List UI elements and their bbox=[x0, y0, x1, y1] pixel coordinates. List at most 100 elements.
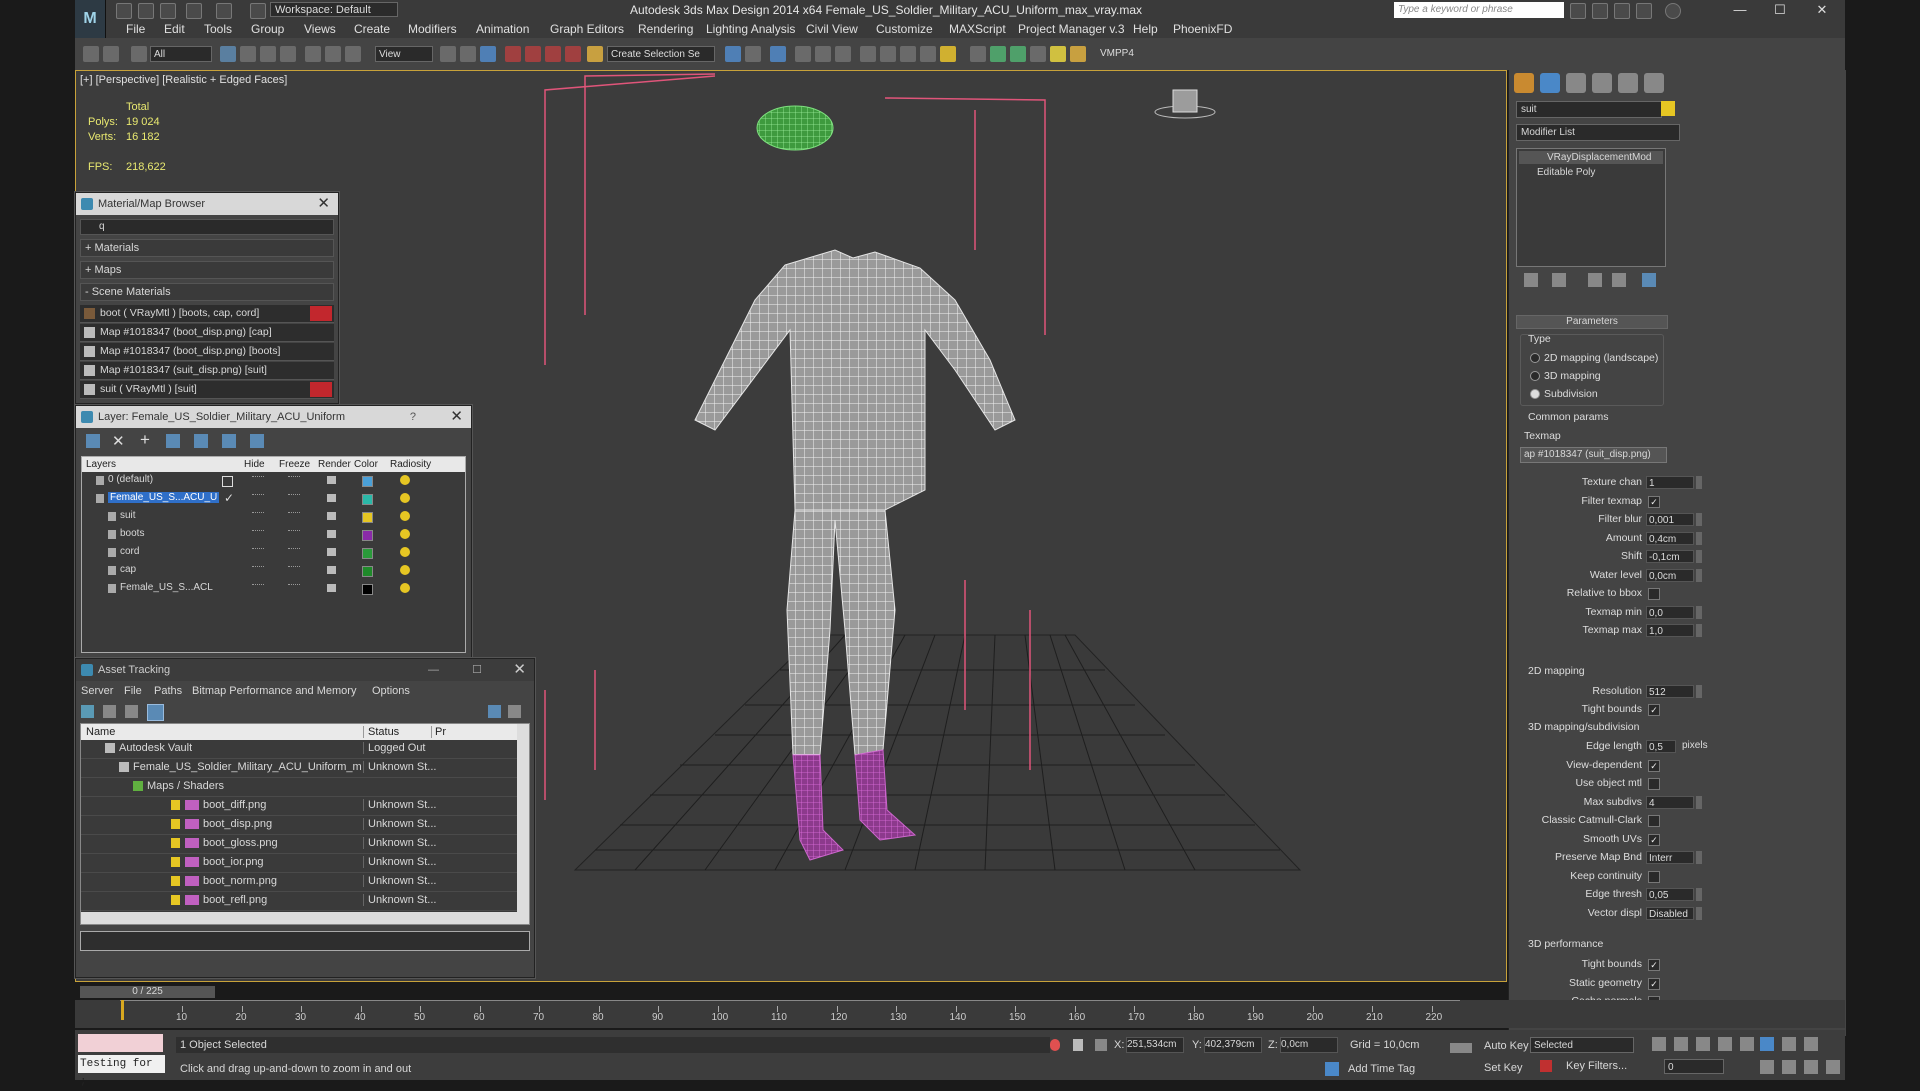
param-checkbox[interactable] bbox=[1648, 815, 1660, 827]
asset-tracking-titlebar[interactable]: Asset Tracking — ☐ ✕ bbox=[76, 659, 534, 681]
param-value-field[interactable]: Disabled bbox=[1646, 906, 1694, 920]
vray-proxy-icon[interactable] bbox=[1030, 46, 1046, 62]
radiosity-icon[interactable] bbox=[400, 475, 410, 485]
render-setup-icon[interactable] bbox=[880, 46, 896, 62]
col-proxy[interactable]: Pr bbox=[431, 726, 446, 738]
menu-maxscript[interactable]: MAXScript bbox=[949, 22, 1006, 36]
menu-animation[interactable]: Animation bbox=[476, 22, 529, 36]
modify-tab-icon[interactable] bbox=[1540, 73, 1560, 93]
make-unique-icon[interactable] bbox=[1588, 273, 1602, 287]
radiosity-icon[interactable] bbox=[400, 583, 410, 593]
highlight-layer-icon[interactable] bbox=[194, 434, 208, 448]
zoom-extents-icon[interactable] bbox=[1804, 1037, 1818, 1051]
layer-color-swatch[interactable] bbox=[362, 476, 373, 487]
menu-help[interactable]: Help bbox=[1133, 22, 1158, 36]
spinner-arrows[interactable] bbox=[1696, 851, 1702, 864]
freeze-toggle[interactable] bbox=[288, 476, 300, 479]
spinner-arrows[interactable] bbox=[1696, 624, 1702, 637]
asset-row[interactable]: Maps / Shaders bbox=[81, 778, 529, 797]
param-value-field[interactable]: Interr bbox=[1646, 851, 1694, 864]
asset-row[interactable]: boot_disp.png Unknown St... bbox=[81, 816, 529, 835]
spinner-arrows[interactable] bbox=[1696, 550, 1702, 563]
param-value-field[interactable]: 0,5 bbox=[1646, 740, 1676, 753]
param-checkbox[interactable] bbox=[1648, 778, 1660, 790]
current-frame-field[interactable]: 0 bbox=[1664, 1059, 1724, 1074]
freeze-toggle[interactable] bbox=[288, 566, 300, 569]
align-icon[interactable] bbox=[745, 46, 761, 62]
menu-options[interactable]: Options bbox=[372, 685, 410, 697]
param-value-field[interactable]: 0,4cm bbox=[1646, 531, 1694, 545]
freeze-toggle[interactable] bbox=[288, 530, 300, 533]
close-button[interactable]: ✕ bbox=[1802, 1, 1842, 19]
param-value-field[interactable]: 0,0 bbox=[1646, 605, 1694, 619]
layer-color-swatch[interactable] bbox=[362, 566, 373, 577]
hide-all-layers-icon[interactable] bbox=[222, 434, 236, 448]
binoculars-icon[interactable] bbox=[1570, 3, 1586, 19]
remove-modifier-icon[interactable] bbox=[1612, 273, 1626, 287]
param-value-field[interactable]: 1,0 bbox=[1646, 624, 1694, 637]
configure-modifier-sets-icon[interactable] bbox=[1642, 273, 1656, 287]
parameters-rollout-header[interactable]: Parameters bbox=[1516, 315, 1668, 329]
spinner-arrows[interactable] bbox=[1696, 531, 1702, 545]
hide-toggle[interactable] bbox=[252, 494, 264, 497]
set-key-icon[interactable] bbox=[1450, 1043, 1472, 1053]
freeze-toggle[interactable] bbox=[288, 512, 300, 515]
utilities-tab-icon[interactable] bbox=[1644, 73, 1664, 93]
percent-snap-icon[interactable] bbox=[545, 46, 561, 62]
track-bar[interactable] bbox=[120, 1000, 1460, 1001]
vray-light-icon[interactable] bbox=[1010, 46, 1026, 62]
list-view-icon[interactable] bbox=[103, 705, 116, 718]
thumbnail-view-icon[interactable] bbox=[125, 705, 138, 718]
type-radio-button[interactable] bbox=[1530, 389, 1540, 399]
layer-color-swatch[interactable] bbox=[362, 530, 373, 541]
unlink-icon[interactable] bbox=[103, 46, 119, 62]
material-editor-icon[interactable] bbox=[860, 46, 876, 62]
favorites-star-icon[interactable] bbox=[1636, 3, 1652, 19]
layer-color-swatch[interactable] bbox=[362, 548, 373, 559]
reference-coordinate-dropdown[interactable]: View bbox=[375, 46, 433, 62]
menu-bitmap-performance[interactable]: Bitmap Performance and Memory bbox=[192, 685, 356, 697]
zoom-all-icon[interactable] bbox=[1782, 1037, 1796, 1051]
param-value-field[interactable]: 0,001 bbox=[1646, 513, 1694, 526]
stack-item-vray-displacement[interactable]: VRayDisplacementMod bbox=[1519, 151, 1663, 164]
maximize-viewport-icon[interactable] bbox=[1826, 1060, 1840, 1074]
param-checkbox[interactable]: ✓ bbox=[1648, 759, 1660, 772]
render-teapot-icon[interactable] bbox=[327, 476, 336, 484]
minimize-button[interactable]: — bbox=[1720, 1, 1760, 19]
asset-row[interactable]: boot_refl.png Unknown St... bbox=[81, 892, 529, 911]
menu-phoenixfd[interactable]: PhoenixFD bbox=[1173, 22, 1232, 36]
window-crossing-icon[interactable] bbox=[280, 46, 296, 62]
menu-customize[interactable]: Customize bbox=[876, 22, 933, 36]
layer-row[interactable]: boots bbox=[82, 526, 465, 544]
hide-toggle[interactable] bbox=[252, 548, 264, 551]
orbit-icon[interactable] bbox=[1804, 1060, 1818, 1074]
menu-file[interactable]: File bbox=[126, 22, 145, 36]
layer-row[interactable]: cap bbox=[82, 562, 465, 580]
create-tab-icon[interactable] bbox=[1514, 73, 1534, 93]
param-value-field[interactable]: -0,1cm bbox=[1646, 550, 1694, 563]
texmap-button[interactable]: ap #1018347 (suit_disp.png) bbox=[1520, 447, 1667, 463]
modifier-list-dropdown[interactable]: Modifier List bbox=[1516, 124, 1680, 141]
play-icon[interactable] bbox=[1696, 1037, 1710, 1051]
x-coord-field[interactable]: 251,534cm bbox=[1126, 1037, 1184, 1053]
layer-panel-titlebar[interactable]: Layer: Female_US_Soldier_Military_ACU_Un… bbox=[76, 406, 471, 428]
materials-group-header[interactable]: + Materials bbox=[80, 239, 334, 257]
object-name-field[interactable]: suit bbox=[1516, 101, 1662, 118]
vertical-scrollbar[interactable] bbox=[517, 724, 529, 924]
spinner-arrows[interactable] bbox=[1696, 906, 1702, 920]
help-icon[interactable] bbox=[1665, 3, 1681, 19]
time-tag-icon[interactable] bbox=[1325, 1062, 1339, 1076]
close-icon[interactable]: ✕ bbox=[317, 193, 330, 215]
menu-civil-view[interactable]: Civil View bbox=[806, 22, 858, 36]
freeze-all-layers-icon[interactable] bbox=[250, 434, 264, 448]
vray-toolbar-icon[interactable] bbox=[990, 46, 1006, 62]
menu-server[interactable]: Server bbox=[81, 685, 113, 697]
layer-row[interactable]: suit bbox=[82, 508, 465, 526]
vray-sun-icon[interactable] bbox=[1050, 46, 1066, 62]
spinner-arrows[interactable] bbox=[1696, 685, 1702, 698]
stack-item-editable-poly[interactable]: Editable Poly bbox=[1519, 166, 1663, 179]
set-key-button[interactable]: Set Key bbox=[1484, 1062, 1523, 1074]
col-layers[interactable]: Layers bbox=[86, 459, 116, 470]
save-icon[interactable] bbox=[160, 3, 176, 19]
pin-icon[interactable] bbox=[1050, 1039, 1060, 1051]
